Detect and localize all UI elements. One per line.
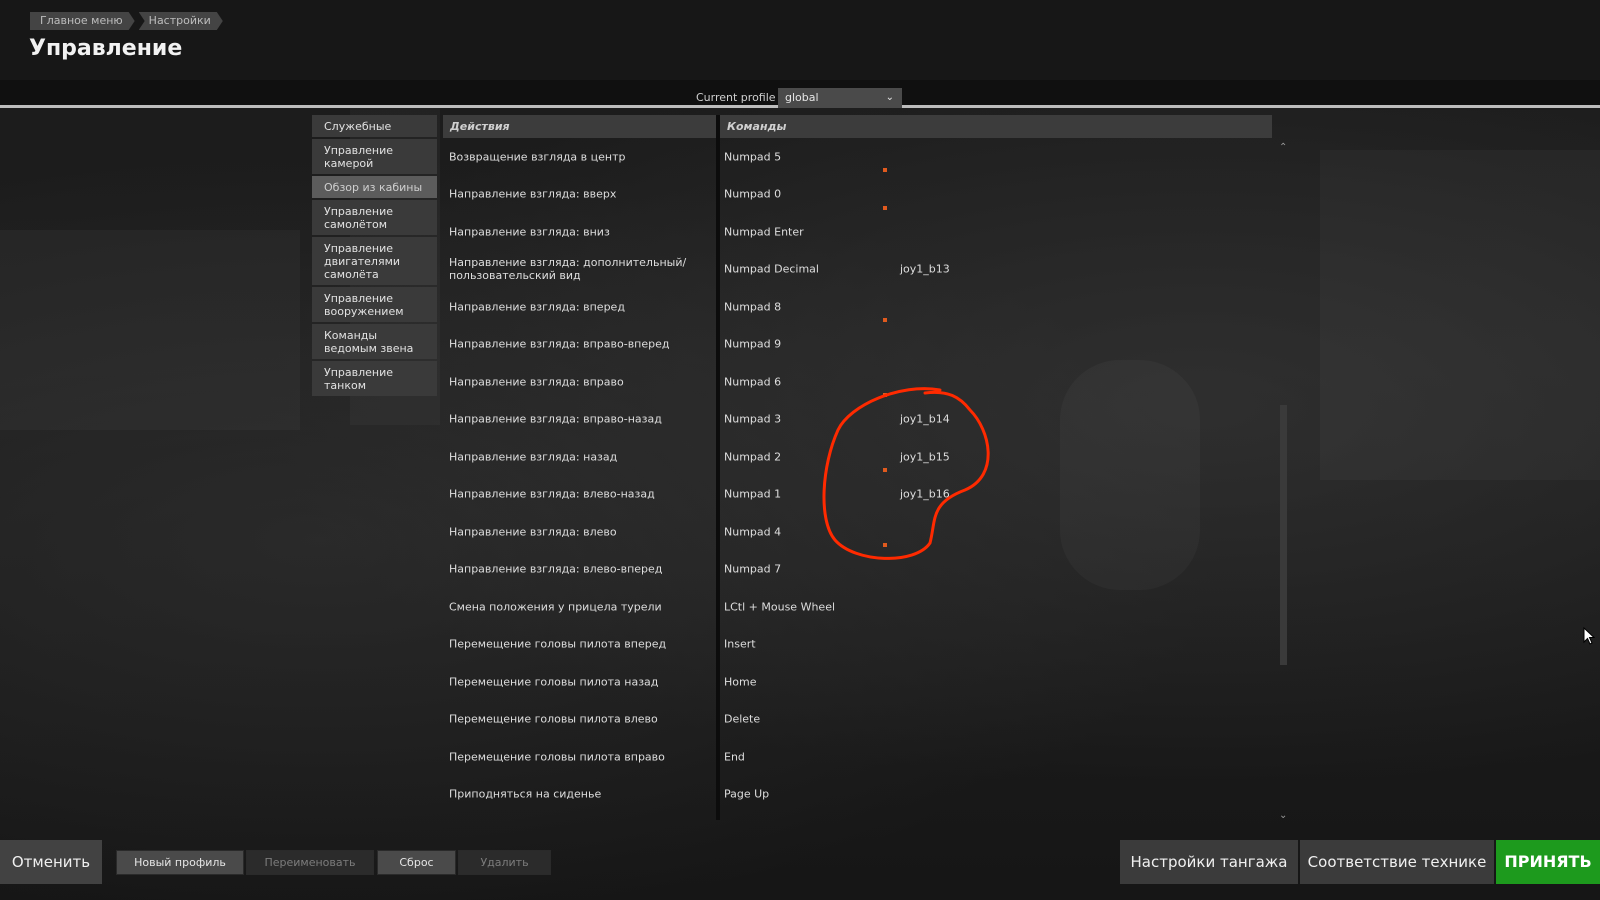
binding-action-label: Смена положения у прицела турели: [449, 600, 662, 613]
binding-command-primary[interactable]: Numpad 0: [724, 188, 781, 201]
profile-select[interactable]: global ⌄: [778, 88, 902, 108]
binding-action-label: Направление взгляда: влево-вперед: [449, 562, 663, 576]
aircraft-mapping-button[interactable]: Соответствие технике: [1300, 840, 1494, 884]
reset-button[interactable]: Сброс: [377, 850, 456, 875]
binding-action-label: Направление взгляда: вправо-назад: [449, 412, 662, 426]
profile-label: Current profile: [696, 91, 776, 104]
sidebar-item-engines[interactable]: Управление двигателями самолёта: [312, 237, 437, 285]
binding-command-primary[interactable]: Numpad 6: [724, 375, 781, 388]
cancel-button[interactable]: Отменить: [0, 840, 102, 884]
binding-command-primary[interactable]: Numpad 9: [724, 338, 781, 351]
binding-action-label: Перемещение головы пилота вперед: [449, 637, 667, 651]
binding-command-primary[interactable]: Numpad Enter: [724, 225, 804, 238]
sidebar-item-tank[interactable]: Управление танком: [312, 361, 437, 396]
binding-row[interactable]: Направление взгляда: вперед Numpad 8: [440, 288, 1270, 325]
sidebar-item-wingmen[interactable]: Команды ведомым звена: [312, 324, 437, 359]
rename-button[interactable]: Переименовать: [246, 850, 374, 875]
binding-command-primary[interactable]: Numpad 3: [724, 413, 781, 426]
binding-row[interactable]: Перемещение головы пилота влево Delete: [440, 701, 1270, 738]
scroll-up-icon[interactable]: ⌃: [1279, 142, 1287, 153]
binding-action-label: Направление взгляда: дополнительный/поль…: [449, 256, 687, 282]
binding-command-primary[interactable]: Numpad Decimal: [724, 263, 819, 276]
breadcrumb-settings[interactable]: Настройки: [139, 12, 223, 30]
scroll-down-icon[interactable]: ⌄: [1279, 810, 1287, 821]
pitch-settings-button[interactable]: Настройки тангажа: [1120, 840, 1298, 884]
binding-row[interactable]: Направление взгляда: дополнительный/поль…: [440, 251, 1270, 288]
binding-action-label: Направление взгляда: назад: [449, 450, 618, 463]
binding-row[interactable]: Направление взгляда: вправо-вперед Numpad…: [440, 326, 1270, 363]
column-header-commands: Команды: [720, 115, 1272, 138]
binding-command-primary[interactable]: Delete: [724, 713, 760, 726]
red-circle-annotation: [822, 387, 990, 560]
binding-action-label: Направление взгляда: влево-назад: [449, 487, 655, 501]
profile-select-value: global: [785, 91, 819, 104]
column-header-actions: Действия: [443, 115, 716, 138]
sidebar-item-service[interactable]: Служебные: [312, 115, 437, 137]
conflict-marker-icon: [883, 168, 887, 172]
binding-action-label: Направление взгляда: вверх: [449, 187, 617, 201]
mouse-cursor-icon: [1583, 627, 1595, 645]
binding-command-primary[interactable]: Insert: [724, 638, 756, 651]
binding-command-primary[interactable]: Numpad 2: [724, 450, 781, 463]
binding-command-primary[interactable]: Home: [724, 675, 756, 688]
top-bar: [0, 0, 1600, 80]
new-profile-button[interactable]: Новый профиль: [116, 850, 244, 875]
binding-command-primary[interactable]: Numpad 4: [724, 525, 781, 538]
binding-command-primary[interactable]: Numpad 1: [724, 488, 781, 501]
binding-action-label: Направление взгляда: вправо-вперед: [449, 337, 670, 351]
category-sidebar: Служебные Управление камерой Обзор из ка…: [312, 115, 437, 398]
binding-action-label: Направление взгляда: вперед: [449, 300, 625, 313]
binding-row[interactable]: Перемещение головы пилота назад Home: [440, 663, 1270, 700]
sidebar-item-camera[interactable]: Управление камерой: [312, 139, 437, 174]
conflict-marker-icon: [883, 205, 887, 210]
binding-command-primary[interactable]: Numpad 8: [724, 300, 781, 313]
sidebar-item-cockpit-view[interactable]: Обзор из кабины: [312, 176, 437, 198]
binding-action-label: Перемещение головы пилота влево: [449, 712, 658, 726]
binding-action-label: Перемещение головы пилота назад: [449, 675, 659, 688]
binding-action-label: Возвращение взгляда в центр: [449, 150, 626, 163]
binding-command-primary[interactable]: LCtl + Mouse Wheel: [724, 600, 835, 613]
sidebar-item-weapons[interactable]: Управление вооружением: [312, 287, 437, 322]
binding-action-label: Направление взгляда: вниз: [449, 225, 610, 238]
binding-row[interactable]: Направление взгляда: вверх Numpad 0: [440, 176, 1270, 213]
accept-button[interactable]: ПРИНЯТЬ: [1496, 840, 1600, 884]
binding-action-label: Направление взгляда: влево: [449, 525, 617, 538]
binding-command-secondary[interactable]: joy1_b13: [900, 263, 950, 276]
binding-row[interactable]: Приподняться на сиденье Page Up: [440, 776, 1270, 813]
binding-command-primary[interactable]: End: [724, 750, 745, 763]
scrollbar-thumb[interactable]: [1280, 405, 1287, 665]
chevron-down-icon: ⌄: [885, 92, 894, 103]
binding-row[interactable]: Смена положения у прицела турели LCtl + M…: [440, 588, 1270, 625]
binding-row[interactable]: Направление взгляда: вниз Numpad Enter: [440, 213, 1270, 250]
delete-button[interactable]: Удалить: [458, 850, 551, 875]
binding-action-label: Направление взгляда: вправо: [449, 375, 624, 388]
breadcrumb-main-menu[interactable]: Главное меню: [30, 12, 135, 30]
binding-command-primary[interactable]: Numpad 7: [724, 563, 781, 576]
binding-row[interactable]: Перемещение головы пилота вправо End: [440, 738, 1270, 775]
binding-action-label: Перемещение головы пилота вправо: [449, 750, 665, 763]
binding-row[interactable]: Возвращение взгляда в центр Numpad 5: [440, 138, 1270, 175]
binding-action-label: Приподняться на сиденье: [449, 787, 602, 801]
conflict-marker-icon: [883, 318, 887, 322]
binding-row[interactable]: Перемещение головы пилота вперед Insert: [440, 626, 1270, 663]
sidebar-item-aircraft[interactable]: Управление самолётом: [312, 200, 437, 235]
binding-command-primary[interactable]: Page Up: [724, 788, 769, 801]
breadcrumb: Главное меню Настройки: [30, 12, 227, 30]
binding-command-primary[interactable]: Numpad 5: [724, 150, 781, 163]
page-title: Управление: [29, 36, 183, 61]
bottom-toolbar: Отменить Новый профиль Переименовать Сбр…: [0, 840, 1600, 900]
